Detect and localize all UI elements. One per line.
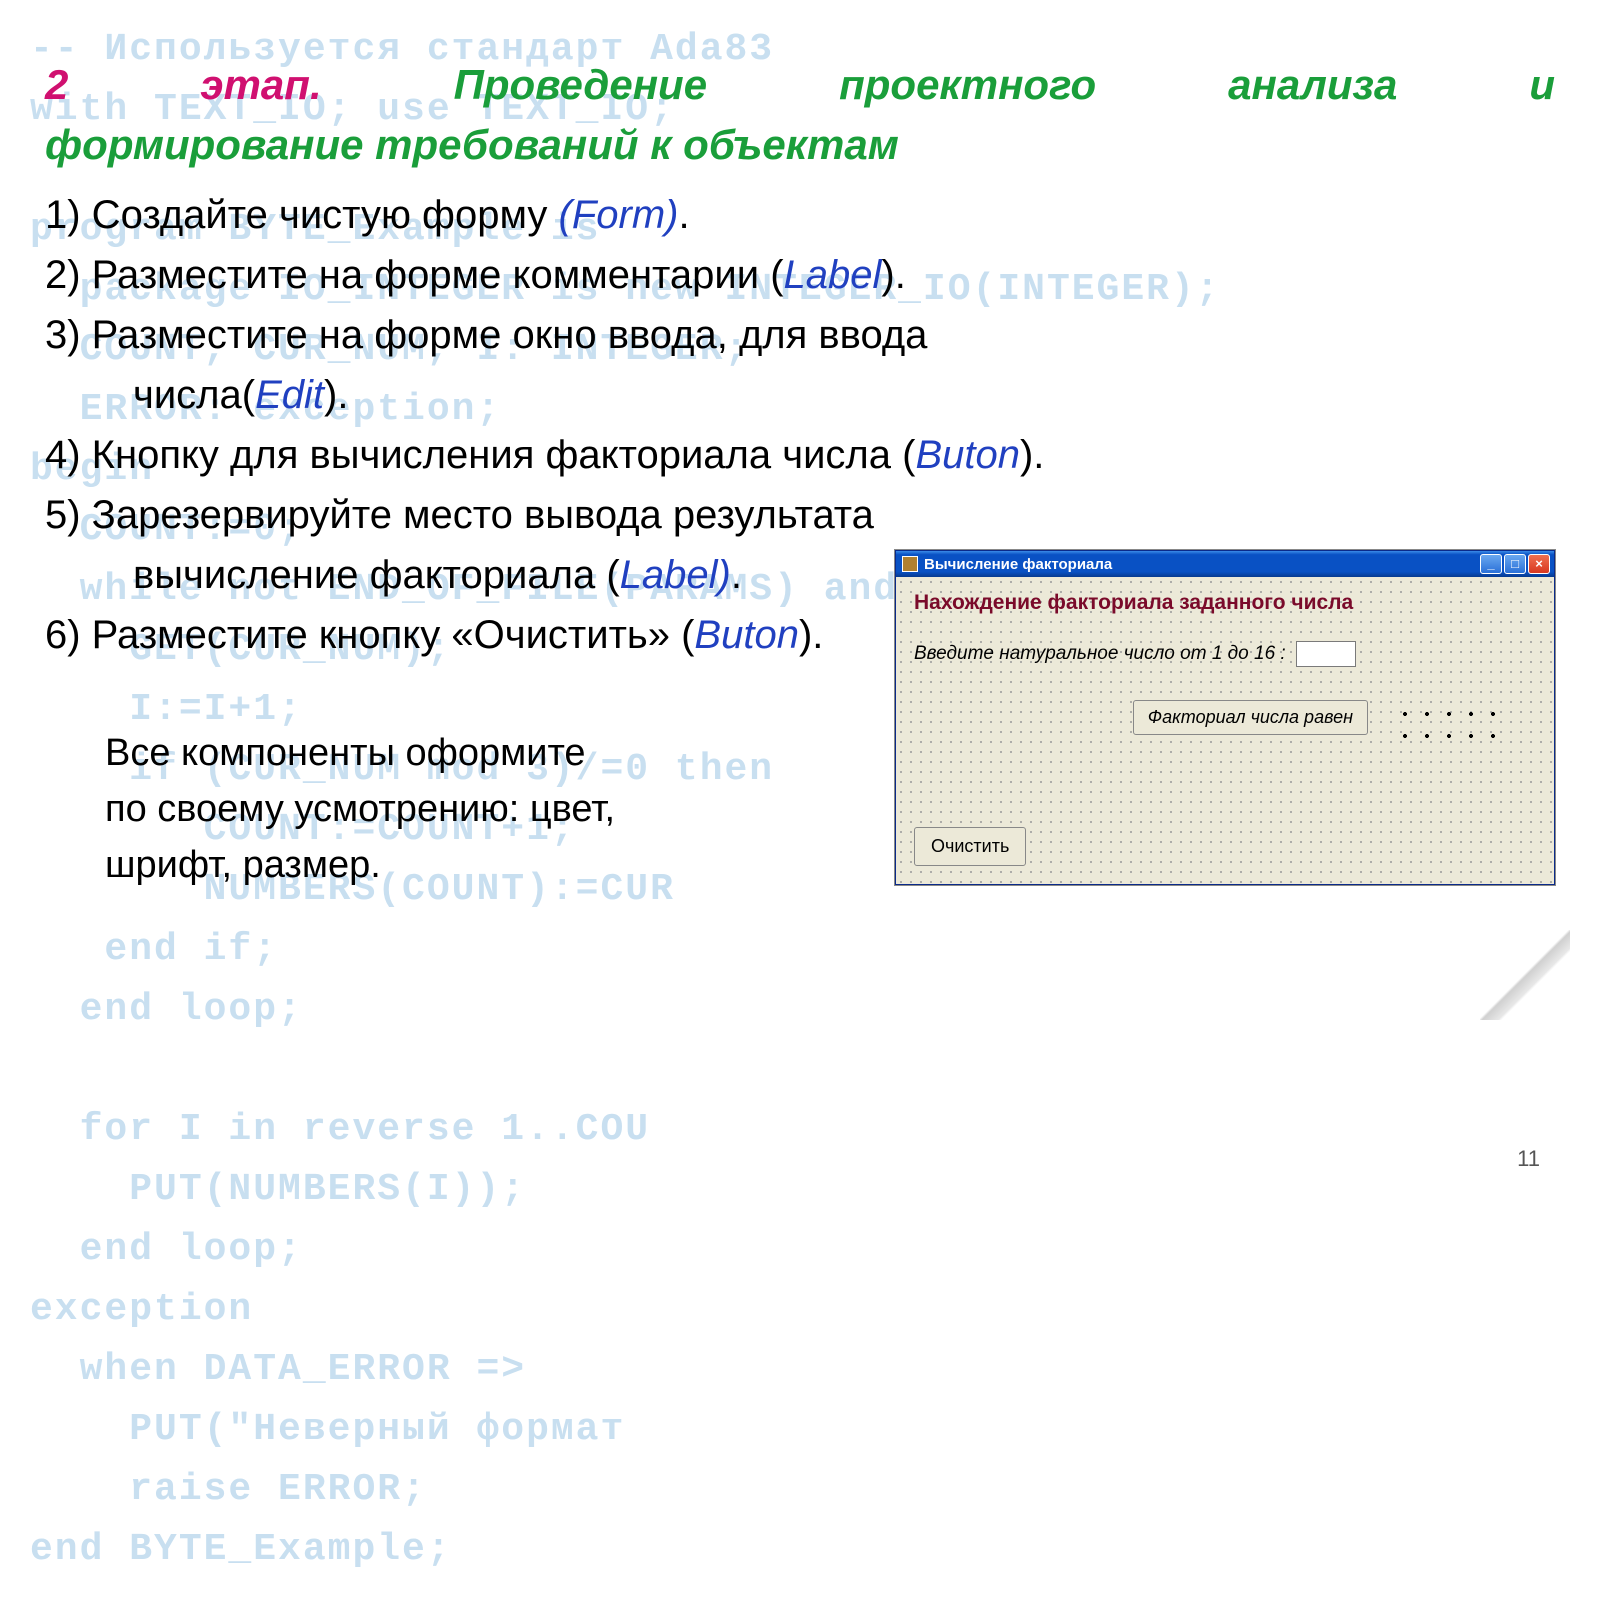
item-4: 4) Кнопку для вычисления факториала числ… [45, 425, 1555, 485]
factorial-window: Вычисление факториала _ □ × Нахождение ф… [895, 550, 1555, 885]
stage-title-line1: 2 этап. Проведение проектного анализа и [45, 55, 1555, 115]
stage-number: 2 этап [45, 61, 310, 108]
close-button[interactable]: × [1528, 554, 1550, 574]
result-label-placeholder [1386, 695, 1506, 739]
item-3-cont: числа(Edit). [133, 365, 1555, 425]
factorial-button[interactable]: Факториал числа равен [1133, 700, 1368, 735]
titlebar[interactable]: Вычисление факториала _ □ × [896, 551, 1554, 577]
form-body: Нахождение факториала заданного числа Вв… [896, 577, 1554, 884]
number-input[interactable] [1296, 641, 1356, 667]
item-1: 1) Создайте чистую форму (Form). [45, 185, 1555, 245]
item-2: 2) Разместите на форме комментарии (Labe… [45, 245, 1555, 305]
minimize-button[interactable]: _ [1480, 554, 1502, 574]
maximize-button[interactable]: □ [1504, 554, 1526, 574]
clear-button[interactable]: Очистить [914, 827, 1026, 866]
input-prompt-label: Введите натуральное число от 1 до 16 : [914, 643, 1286, 665]
stage-title-line2: формирование требований к объектам [45, 115, 1555, 175]
window-title: Вычисление факториала [924, 556, 1112, 573]
page-curl-icon [1480, 930, 1570, 1020]
item-3: 3) Разместите на форме окно ввода, для в… [45, 305, 1555, 365]
item-5: 5) Зарезервируйте место вывода результат… [45, 485, 1555, 545]
title-rest: Проведение проектного анализа и [454, 61, 1555, 108]
page-number: 11 [1517, 1146, 1540, 1172]
form-heading-label: Нахождение факториала заданного числа [914, 591, 1536, 615]
app-icon [902, 556, 918, 572]
styling-note: Все компоненты оформите по своему усмотр… [105, 725, 625, 893]
